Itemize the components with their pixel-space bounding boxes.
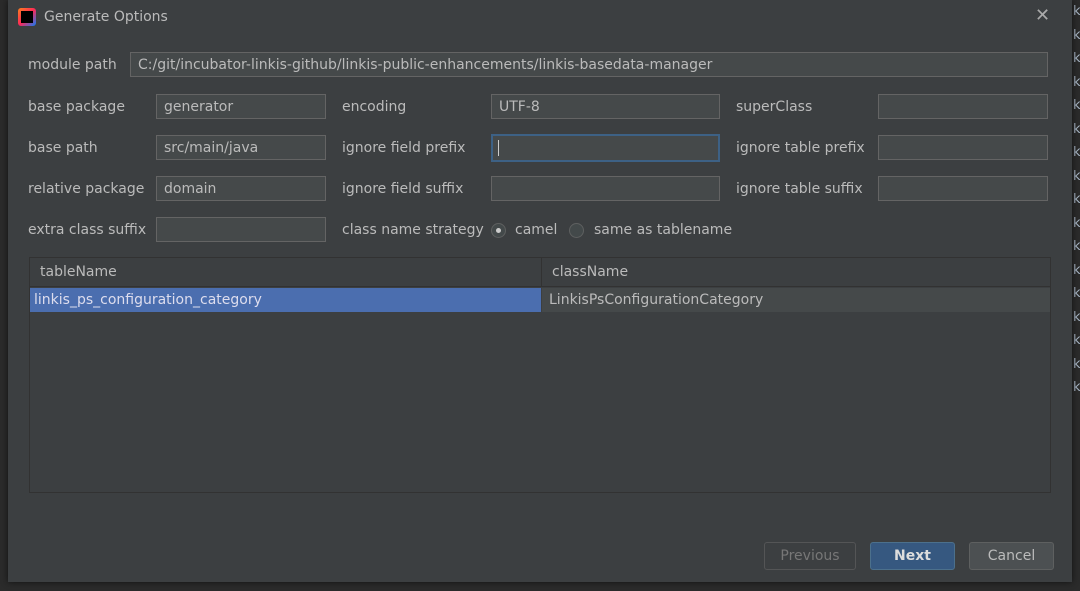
background-text-fragment: ki	[1073, 51, 1080, 66]
background-text-fragment: ki	[1073, 356, 1080, 372]
background-text-fragment: ki	[1073, 380, 1080, 395]
superclass-label: superClass	[736, 99, 813, 115]
generate-options-dialog: Generate Options ✕ module path base pack…	[8, 0, 1072, 582]
close-icon[interactable]: ✕	[1035, 5, 1050, 26]
ignore-table-prefix-label: ignore table prefix	[736, 140, 865, 156]
extra-class-suffix-label: extra class suffix	[28, 222, 147, 238]
base-package-input[interactable]	[156, 94, 326, 119]
tables-table: tableName className linkis_ps_configurat…	[29, 257, 1051, 493]
background-text-fragment: ki	[1073, 333, 1080, 348]
module-path-input[interactable]	[130, 52, 1048, 77]
ignore-field-prefix-label: ignore field prefix	[342, 140, 466, 156]
relative-package-label: relative package	[28, 181, 145, 197]
background-text-fragment: ki	[1073, 168, 1080, 184]
module-path-label: module path	[28, 57, 117, 73]
cancel-button[interactable]: Cancel	[969, 542, 1054, 570]
background-text-fragment: ki	[1073, 286, 1080, 301]
background-text-fragment: ki	[1073, 145, 1080, 160]
base-path-label: base path	[28, 140, 98, 156]
background-text-fragment: ki	[1073, 74, 1080, 90]
background-text-fragment: ki	[1073, 262, 1080, 278]
ignore-table-suffix-label: ignore table suffix	[736, 181, 863, 197]
ignore-table-prefix-input[interactable]	[878, 135, 1048, 160]
radio-camel[interactable]	[491, 223, 506, 238]
background-text-fragment: ki	[1073, 98, 1080, 113]
encoding-input[interactable]	[491, 94, 720, 119]
encoding-label: encoding	[342, 99, 407, 115]
radio-same-as-tablename-label[interactable]: same as tablename	[594, 222, 732, 238]
background-text-fragment: ki	[1073, 239, 1080, 254]
background-text-fragment: ki	[1073, 121, 1080, 137]
column-header-tablename[interactable]: tableName	[30, 258, 542, 287]
previous-button[interactable]: Previous	[764, 542, 856, 570]
base-package-label: base package	[28, 99, 125, 115]
background-text-fragment: ki	[1073, 309, 1080, 325]
ignore-field-suffix-label: ignore field suffix	[342, 181, 464, 197]
cell-classname[interactable]: LinkisPsConfigurationCategory	[542, 288, 1050, 312]
relative-package-input[interactable]	[156, 176, 326, 201]
background-text-fragment: ki	[1073, 192, 1080, 207]
dialog-title: Generate Options	[44, 9, 168, 25]
radio-same-as-tablename[interactable]	[569, 223, 584, 238]
radio-camel-label[interactable]: camel	[515, 222, 557, 238]
superclass-input[interactable]	[878, 94, 1048, 119]
background-text-fragment: ki	[1073, 27, 1080, 43]
ignore-field-suffix-input[interactable]	[491, 176, 720, 201]
cell-tablename[interactable]: linkis_ps_configuration_category	[30, 288, 541, 312]
intellij-logo-icon	[18, 8, 36, 26]
base-path-input[interactable]	[156, 135, 326, 160]
background-text-fragment: ki	[1073, 215, 1080, 231]
ignore-field-prefix-input[interactable]	[491, 134, 720, 162]
background-text-fragment: ki	[1073, 4, 1080, 19]
ignore-table-suffix-input[interactable]	[878, 176, 1048, 201]
class-name-strategy-label: class name strategy	[342, 222, 484, 238]
column-header-classname[interactable]: className	[542, 258, 1050, 287]
next-button[interactable]: Next	[870, 542, 955, 570]
text-cursor	[498, 140, 499, 156]
extra-class-suffix-input[interactable]	[156, 217, 326, 242]
